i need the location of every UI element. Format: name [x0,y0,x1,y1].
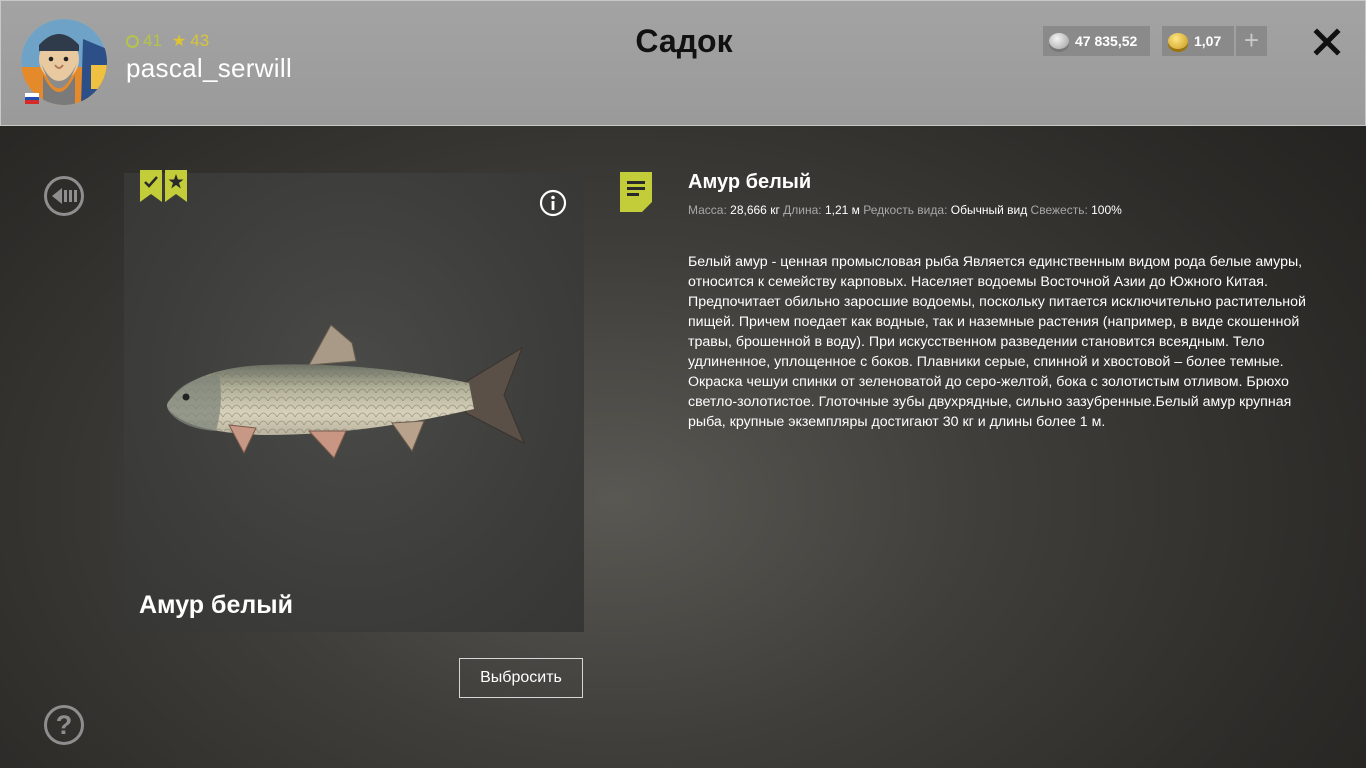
info-icon[interactable] [539,189,567,217]
throw-away-button[interactable]: Выбросить [459,658,583,698]
fish-stats: Масса: 28,666 кг Длина: 1,21 м Редкость … [688,203,1122,217]
fish-title: Амур белый [688,171,812,193]
back-icon [52,188,77,204]
length-value: 1,21 м [824,203,860,217]
gold-coins-icon [1168,33,1188,49]
fish-card: Амур белый [124,170,584,632]
russia-flag-icon [25,93,39,104]
fish-name: Амур белый [139,591,293,619]
document-icon [620,172,652,212]
favorite-badge-icon [165,170,187,202]
rarity-value: Обычный вид [950,203,1028,217]
close-icon [1313,28,1341,56]
silver-balance: 47 835,52 [1043,26,1150,56]
gold-balance: 1,07 [1162,26,1234,56]
help-icon: ? [55,710,73,740]
silver-coins-icon [1049,33,1069,49]
fish-image [167,324,525,459]
back-button[interactable] [44,176,84,216]
mass-label: Масса: [688,203,727,217]
help-button[interactable]: ? [44,705,84,745]
freshness-value: 100% [1091,203,1122,217]
fish-description: Белый амур - ценная промысловая рыба Явл… [688,254,1306,430]
top-bar: 41 ★ 43 pascal_serwill Садок 47 835,52 1… [0,0,1366,126]
close-button[interactable] [1310,25,1344,59]
mass-value: 28,666 кг [730,203,780,217]
gold-value: 1,07 [1194,33,1222,49]
length-label: Длина: [783,203,822,217]
silver-value: 47 835,52 [1075,33,1138,49]
rarity-label: Редкость вида: [863,203,948,217]
add-currency-button[interactable]: + [1236,26,1267,56]
freshness-label: Свежесть: [1030,203,1088,217]
caught-badge-icon [140,170,162,202]
